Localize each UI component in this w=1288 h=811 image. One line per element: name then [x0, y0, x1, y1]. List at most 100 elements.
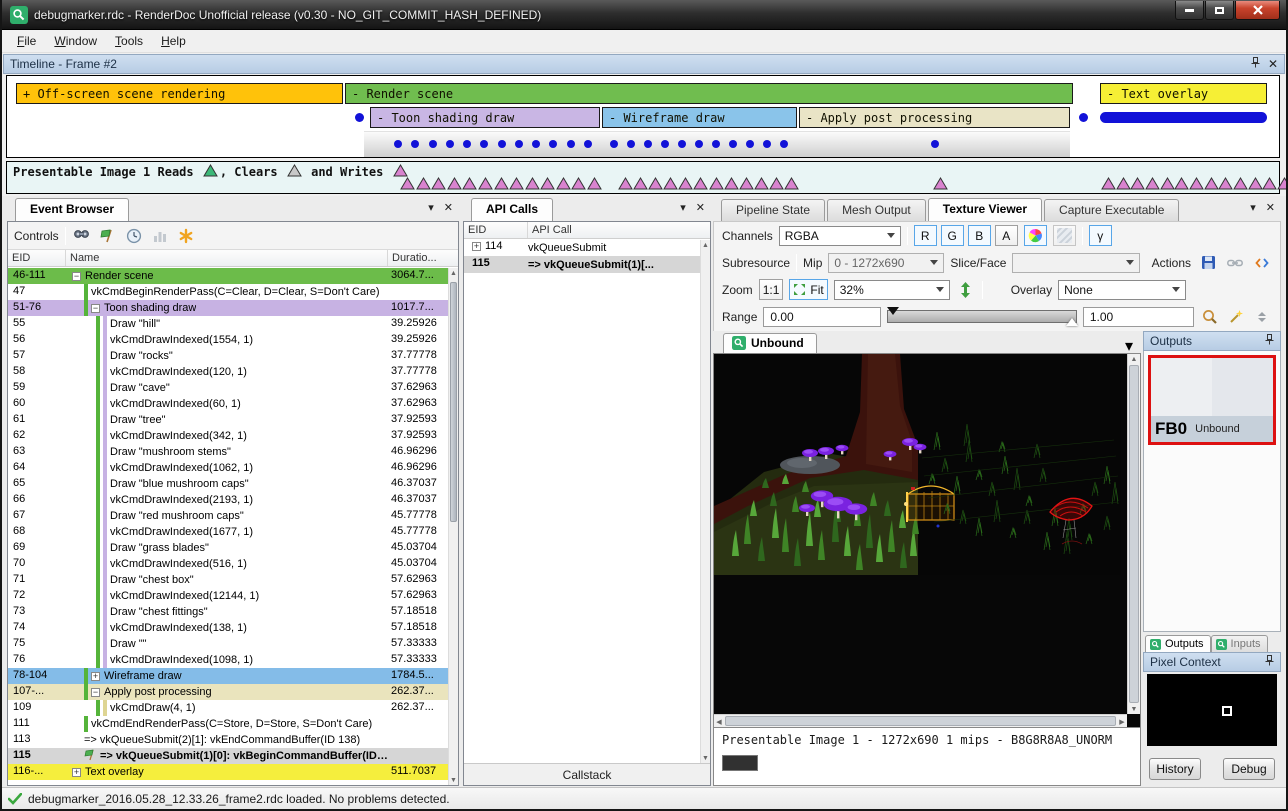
timeline-draw-dot[interactable]: [644, 140, 652, 148]
api-call-row[interactable]: +114vkQueueSubmit: [464, 239, 710, 256]
event-row[interactable]: 107-...−Apply post processing262.37...: [8, 684, 448, 700]
timeline-marker[interactable]: + Off-screen scene rendering: [16, 83, 343, 104]
event-row[interactable]: 75Draw ""57.33333: [8, 636, 448, 652]
zoom-fit-button[interactable]: Fit: [789, 279, 827, 300]
sliceface-select[interactable]: [1012, 253, 1140, 273]
timeline-draw-dot[interactable]: [780, 140, 788, 148]
timeline-marker[interactable]: - Apply post processing: [799, 107, 1070, 128]
event-row[interactable]: 64vkCmdDrawIndexed(1062, 1)46.96296: [8, 460, 448, 476]
timeline-draw-dot[interactable]: [610, 140, 618, 148]
zoom-range-icon[interactable]: [1200, 307, 1220, 327]
timeline-draw-dot[interactable]: [712, 140, 720, 148]
texture-viewport[interactable]: ▲ ▼ ◀ ▶: [713, 353, 1141, 728]
timeline-draw-dot[interactable]: [931, 140, 939, 148]
event-row[interactable]: 57Draw "rocks"37.77778: [8, 348, 448, 364]
output-thumbnail-fb0[interactable]: FB0 Unbound: [1148, 355, 1276, 445]
timeline-marker[interactable]: - Render scene: [345, 83, 1073, 104]
timeline-body[interactable]: + Off-screen scene rendering- Render sce…: [6, 75, 1280, 158]
range-white-handle[interactable]: [1066, 318, 1078, 326]
close-icon[interactable]: ✕: [444, 201, 453, 214]
tab-capture-executable[interactable]: Capture Executable: [1044, 199, 1179, 221]
scroll-up-icon[interactable]: ▲: [449, 268, 458, 278]
chevron-down-icon[interactable]: ▾: [1250, 201, 1256, 214]
find-icon[interactable]: [72, 226, 92, 246]
time-draws-icon[interactable]: [124, 226, 144, 246]
event-row[interactable]: 116-...+Text overlay511.7037: [8, 764, 448, 780]
tab-outputs[interactable]: Outputs: [1145, 635, 1211, 652]
tab-pipeline-state[interactable]: Pipeline State: [721, 199, 825, 221]
event-row[interactable]: 65Draw "blue mushroom caps"46.37037: [8, 476, 448, 492]
timeline-draw-dot[interactable]: [480, 140, 488, 148]
zoom-select[interactable]: 32%: [834, 280, 950, 300]
channel-b-button[interactable]: B: [968, 225, 991, 246]
channel-a-button[interactable]: A: [995, 225, 1018, 246]
chevron-down-icon[interactable]: ▾: [680, 201, 686, 214]
range-slider[interactable]: [887, 310, 1077, 323]
debug-button[interactable]: Debug: [1223, 758, 1275, 780]
channel-g-button[interactable]: G: [941, 225, 964, 246]
event-row[interactable]: 58vkCmdDrawIndexed(120, 1)37.77778: [8, 364, 448, 380]
expander-minus-icon[interactable]: −: [72, 272, 81, 281]
event-row[interactable]: 113=> vkQueueSubmit(2)[1]: vkEndCommandB…: [8, 732, 448, 748]
overlay-select[interactable]: None: [1058, 280, 1186, 300]
expander-plus-icon[interactable]: +: [91, 672, 100, 681]
event-row[interactable]: 70vkCmdDrawIndexed(516, 1)45.03704: [8, 556, 448, 572]
menu-file[interactable]: File: [8, 31, 45, 51]
timeline-marker[interactable]: - Toon shading draw: [370, 107, 600, 128]
timeline-draw-dot[interactable]: [584, 140, 592, 148]
tab-api-calls[interactable]: API Calls: [471, 198, 553, 221]
mip-select[interactable]: 0 - 1272x690: [828, 253, 944, 273]
jump-to-event-icon[interactable]: [98, 226, 118, 246]
scroll-up-icon[interactable]: ▲: [1128, 354, 1140, 364]
chevron-down-icon[interactable]: ▾: [428, 201, 434, 214]
api-call-row[interactable]: 115=> vkQueueSubmit(1)[...: [464, 256, 710, 273]
event-row[interactable]: 46-111−Render scene3064.7...: [8, 268, 448, 284]
save-icon[interactable]: [1198, 253, 1218, 273]
expander-plus-icon[interactable]: +: [72, 768, 81, 777]
timeline-draw-dot[interactable]: [695, 140, 703, 148]
timeline-draw-dot[interactable]: [355, 113, 364, 122]
timeline-draw-dot[interactable]: [763, 140, 771, 148]
event-row[interactable]: 56vkCmdDrawIndexed(1554, 1)39.25926: [8, 332, 448, 348]
event-row[interactable]: 73Draw "chest fittings"57.18518: [8, 604, 448, 620]
colorwheel-button[interactable]: [1024, 225, 1047, 246]
tab-event-browser[interactable]: Event Browser: [15, 198, 129, 221]
pin-icon[interactable]: [1265, 334, 1274, 348]
scroll-down-icon[interactable]: ▼: [701, 753, 710, 763]
zoom-1to1-button[interactable]: 1:1: [759, 279, 784, 300]
viewport-vscrollbar[interactable]: ▲ ▼: [1127, 354, 1140, 714]
timeline-draw-dot[interactable]: [463, 140, 471, 148]
event-row[interactable]: 76vkCmdDrawIndexed(1098, 1)57.33333: [8, 652, 448, 668]
usage-triangle[interactable]: [585, 177, 604, 193]
title-bar[interactable]: debugmarker.rdc - RenderDoc Unofficial r…: [2, 0, 1286, 30]
close-icon[interactable]: ✕: [1268, 57, 1278, 71]
event-row[interactable]: 72vkCmdDrawIndexed(12144, 1)57.62963: [8, 588, 448, 604]
event-row[interactable]: 61Draw "tree"37.92593: [8, 412, 448, 428]
callstack-label[interactable]: Callstack: [464, 763, 710, 785]
maximize-button[interactable]: [1205, 1, 1234, 20]
event-row[interactable]: 60vkCmdDrawIndexed(60, 1)37.62963: [8, 396, 448, 412]
range-options-icon[interactable]: [1252, 307, 1272, 327]
timeline-draw-dot[interactable]: [429, 140, 437, 148]
expander-minus-icon[interactable]: −: [91, 304, 100, 313]
expander-minus-icon[interactable]: −: [91, 688, 100, 697]
overlay-pattern-button[interactable]: [1053, 225, 1076, 246]
event-row[interactable]: 74vkCmdDrawIndexed(138, 1)57.18518: [8, 620, 448, 636]
timeline-draw-dot[interactable]: [729, 140, 737, 148]
bookmark-icon[interactable]: [176, 226, 196, 246]
history-button[interactable]: History: [1149, 758, 1201, 780]
flip-y-icon[interactable]: [956, 280, 976, 300]
tab-unbound[interactable]: Unbound: [723, 333, 817, 353]
event-row[interactable]: 67Draw "red mushroom caps"45.77778: [8, 508, 448, 524]
tab-texture-viewer[interactable]: Texture Viewer: [928, 198, 1042, 221]
timeline-draw-dot[interactable]: [627, 140, 635, 148]
tab-mesh-output[interactable]: Mesh Output: [827, 199, 926, 221]
menu-help[interactable]: Help: [152, 31, 195, 51]
timeline-draw-dot[interactable]: [1079, 113, 1088, 122]
scroll-left-icon[interactable]: ◀: [714, 716, 724, 727]
menu-tools[interactable]: Tools: [106, 31, 152, 51]
api-calls-scrollbar[interactable]: ▲ ▼: [700, 240, 710, 763]
event-browser-scrollbar[interactable]: ▲ ▼: [448, 268, 458, 785]
link-icon[interactable]: [1225, 253, 1245, 273]
minimize-button[interactable]: [1175, 1, 1204, 20]
